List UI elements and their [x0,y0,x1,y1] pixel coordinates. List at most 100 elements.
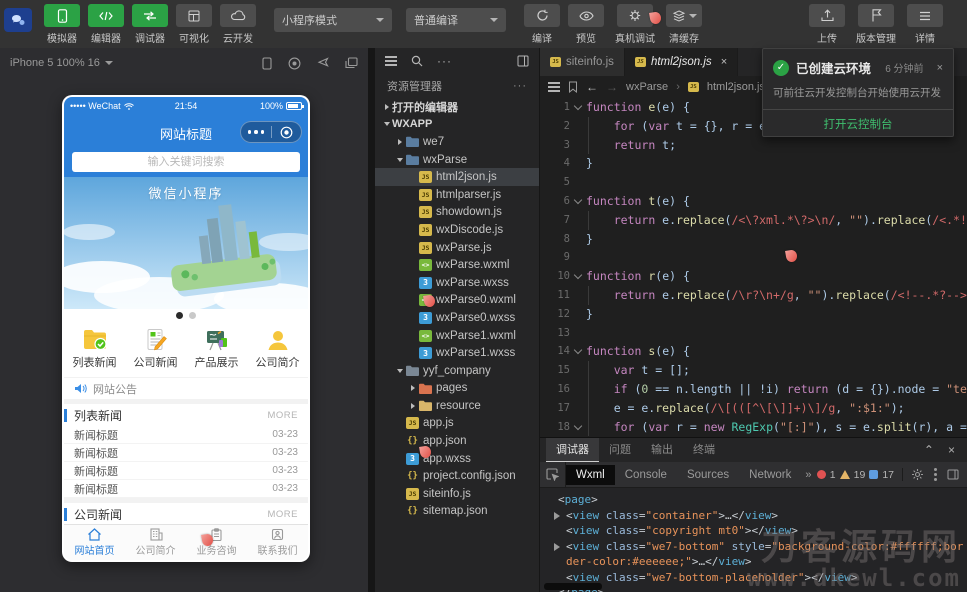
news-section-header[interactable]: 列表新闻 MORE [64,404,308,426]
devtools-tab-console[interactable]: Console [615,465,677,485]
news-list-item[interactable]: 新闻标题 03-23 [64,444,308,462]
grid-item-news-list[interactable]: 列表新闻 [64,321,125,377]
company-section-header[interactable]: 公司新闻 MORE [64,503,308,525]
more-tabs-icon[interactable]: » [801,469,815,481]
editor-tab-siteinfo[interactable]: JS siteinfo.js [540,48,625,76]
more-icon[interactable]: ··· [437,55,452,67]
expand-arrow-icon[interactable] [554,508,566,524]
capsule-menu[interactable] [240,121,302,143]
news-more-link[interactable]: MORE [268,410,299,421]
banner-carousel[interactable]: 微信小程序 [64,177,308,309]
close-tab-icon[interactable]: × [721,56,727,68]
file-tree-item-resource[interactable]: resource [375,397,539,415]
search-input[interactable]: 输入关键词搜索 [72,152,300,172]
code-area[interactable]: 1 function e(e) {2 for (var t = {}, r = e… [540,98,967,437]
file-tree-item-wxParse0.wxss[interactable]: 3 wxParse0.wxss [375,309,539,327]
dom-tree-node[interactable]: <view class="container">…</view> [546,508,967,524]
split-panel-icon[interactable] [517,55,529,67]
version-manage-button[interactable]: 版本管理 [849,4,903,45]
wxml-dom-tree[interactable]: <page> <view class="container">…</view> <v… [540,489,967,592]
menu-icon[interactable] [385,56,397,66]
fold-chevron-icon[interactable] [570,342,586,361]
details-button[interactable]: 详情 [903,4,947,45]
news-list-item[interactable]: 新闻标题 03-23 [64,480,308,498]
search-icon[interactable] [411,55,423,67]
more-menu-icon[interactable] [241,130,271,134]
scrollbar-thumb[interactable] [544,583,602,590]
file-tree-item-wxParse1.wxss[interactable]: 3 wxParse1.wxss [375,344,539,362]
editor-button[interactable]: 编辑器 [84,4,128,45]
breadcrumb-file[interactable]: html2json.js [707,81,765,93]
grid-item-products[interactable]: 产品展示 [186,321,247,377]
file-tree-item-html2json.js[interactable]: JS html2json.js [375,168,539,186]
file-tree-item-wxParse[interactable]: wxParse [375,151,539,169]
collapse-panel-icon[interactable]: ⌃ [924,443,934,457]
news-list-item[interactable]: 新闻标题 03-23 [64,462,308,480]
upload-button[interactable]: 上传 [805,4,849,45]
simulator-button[interactable]: 模拟器 [40,4,84,45]
kebab-menu-icon[interactable] [934,468,937,481]
file-tree-item-wxParse.wxml[interactable]: <> wxParse.wxml [375,256,539,274]
file-tree-item-showdown.js[interactable]: JS showdown.js [375,204,539,222]
close-miniprogram-icon[interactable] [272,126,302,139]
file-tree-item-we7[interactable]: we7 [375,133,539,151]
nav-forward-icon[interactable]: → [606,80,618,94]
dom-tree-node[interactable]: <view class="we7-bottom" style="backgrou… [546,539,967,570]
device-debug-button[interactable]: 真机调试 [608,4,662,45]
close-panel-icon[interactable]: × [948,443,955,457]
dom-tree-node[interactable]: <page> [546,492,967,508]
news-list-item[interactable]: 新闻标题 03-23 [64,426,308,444]
tab-home[interactable]: 网站首页 [64,525,125,560]
file-tree-item-project.config.json[interactable]: {} project.config.json [375,467,539,485]
fold-chevron-icon[interactable] [570,418,586,437]
record-icon[interactable] [288,57,301,70]
bookmark-icon[interactable] [568,81,578,93]
dom-tree-node[interactable]: </page> [546,585,967,592]
compile-mode-select[interactable]: 普通编译 [406,8,506,32]
breadcrumb-folder[interactable]: wxParse [626,81,668,93]
dom-tree-node[interactable]: <view class="we7-bottom-placeholder"></v… [546,570,967,586]
fold-chevron-icon[interactable] [570,98,586,117]
file-tree-item-yyf_company[interactable]: yyf_company [375,362,539,380]
fold-chevron-icon[interactable] [570,192,586,211]
panel-tab-terminal[interactable]: 终端 [683,438,725,462]
editor-menu-icon[interactable] [548,82,560,92]
panel-tab-problems[interactable]: 问题 [599,438,641,462]
dock-side-icon[interactable] [947,469,959,480]
panel-tab-output[interactable]: 输出 [641,438,683,462]
file-tree-item-sitemap.json[interactable]: {} sitemap.json [375,503,539,521]
inspect-element-icon[interactable] [540,461,566,488]
file-tree-item-wxDiscode.js[interactable]: JS wxDiscode.js [375,221,539,239]
preview-button[interactable]: 预览 [564,4,608,45]
grid-item-company-news[interactable]: 公司新闻 [125,321,186,377]
file-tree-item-WXAPP[interactable]: WXAPP [375,116,539,134]
mode-select[interactable]: 小程序模式 [274,8,392,32]
file-tree-item-打开的编辑器[interactable]: 打开的编辑器 [375,98,539,116]
tab-business-consult[interactable]: 业务咨询 [186,525,247,560]
file-tree-item-app.json[interactable]: {} app.json [375,432,539,450]
cloud-dev-button[interactable]: 云开发 [216,4,260,45]
editor-tab-html2json[interactable]: JS html2json.js × [624,48,739,76]
site-notice-row[interactable]: 网站公告 [64,377,308,399]
expand-arrow-icon[interactable] [554,539,566,570]
file-tree-item-wxParse0.wxml[interactable]: <>wxParse0.wxml [375,292,539,310]
tab-company-profile[interactable]: 公司简介 [125,525,186,560]
devtools-tab-wxml[interactable]: Wxml [566,464,615,485]
console-badges[interactable]: 1 19 17 [816,469,894,481]
company-more-link[interactable]: MORE [268,509,299,520]
panel-divider[interactable] [368,48,375,592]
file-tree-item-pages[interactable]: pages [375,380,539,398]
clear-cache-button[interactable]: 清缓存 [662,4,706,45]
share-icon[interactable] [317,57,329,69]
file-tree-item-wxParse.wxss[interactable]: 3 wxParse.wxss [375,274,539,292]
devtools-tab-sources[interactable]: Sources [677,465,739,485]
settings-gear-icon[interactable] [911,468,924,481]
rotate-device-icon[interactable] [262,56,272,70]
open-cloud-console-link[interactable]: 打开云控制台 [773,110,943,132]
file-tree-item-wxParse1.wxml[interactable]: <> wxParse1.wxml [375,327,539,345]
multi-window-icon[interactable] [345,57,358,69]
nav-back-icon[interactable]: ← [586,80,598,94]
file-tree-item-app.wxss[interactable]: 3 app.wxss [375,450,539,468]
devtools-tab-network[interactable]: Network [739,465,801,485]
debugger-button[interactable]: 调试器 [128,4,172,45]
